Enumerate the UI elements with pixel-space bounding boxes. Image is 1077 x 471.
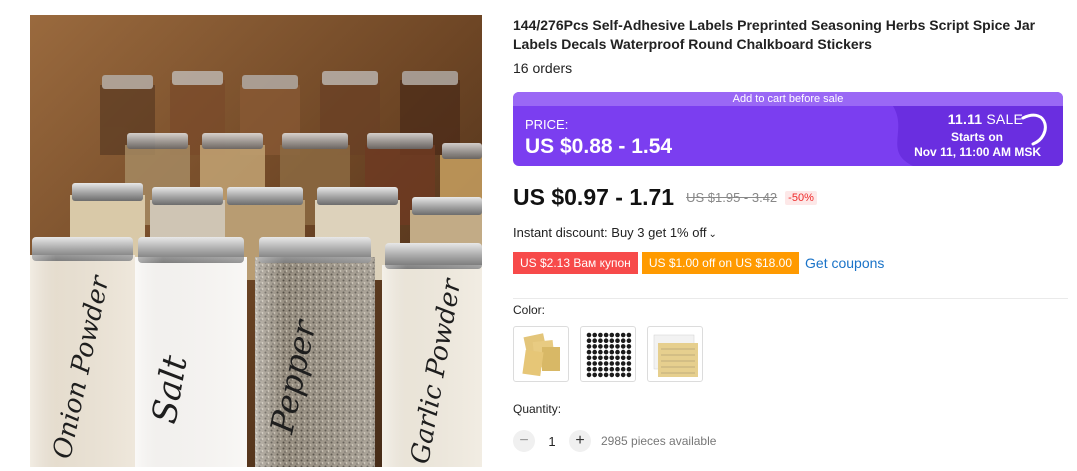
get-coupons-link[interactable]: Get coupons: [805, 255, 884, 271]
discount-badge: -50%: [785, 190, 817, 205]
sale-starts-on: Starts on: [950, 130, 1003, 144]
current-price: US $0.97 - 1.71: [513, 184, 675, 210]
add-to-cart-before-sale-strip: Add to cart before sale: [513, 92, 1063, 106]
quantity-label: Quantity:: [513, 402, 562, 416]
coupon-row: US $2.13 Вам купон US $1.00 off on US $1…: [513, 252, 884, 274]
product-page: Onion Powder Salt Pepper Garlic Powder 1…: [0, 0, 1077, 471]
product-info: 144/276Pcs Self-Adhesive Labels Preprint…: [513, 16, 1068, 452]
color-label: Color:: [513, 303, 546, 317]
chevron-down-icon: ⌄: [708, 229, 717, 240]
coupon-red[interactable]: US $2.13 Вам купон: [513, 252, 638, 274]
clear-labels-swatch[interactable]: [647, 326, 703, 382]
sale-price-label: PRICE:: [525, 117, 569, 132]
orders-count: 16 orders: [513, 60, 573, 76]
coupon-orange[interactable]: US $1.00 off on US $18.00: [641, 252, 800, 274]
quantity-value[interactable]: 1: [535, 434, 569, 449]
instant-discount[interactable]: Instant discount: Buy 3 get 1% off ⌄: [513, 225, 717, 240]
product-title: 144/276Pcs Self-Adhesive Labels Preprint…: [513, 17, 1036, 52]
sale-banner[interactable]: Add to cart before sale PRICE: US $0.88 …: [513, 92, 1063, 166]
sale-title: 11.11 SALE: [947, 111, 1023, 127]
original-price: US $1.95 - 3.42: [686, 190, 778, 205]
quantity-decrease-button[interactable]: −: [513, 430, 535, 452]
black-round-labels-swatch[interactable]: [580, 326, 636, 382]
kraft-labels-swatch[interactable]: [513, 326, 569, 382]
instant-discount-text: Instant discount: Buy 3 get 1% off: [513, 225, 707, 240]
quantity-stepper: − 1 + 2985 pieces available: [513, 430, 716, 452]
quantity-increase-button[interactable]: +: [569, 430, 591, 452]
color-swatches: [513, 326, 703, 382]
divider: [513, 298, 1068, 299]
product-main-image[interactable]: Onion Powder Salt Pepper Garlic Powder: [30, 15, 482, 467]
pieces-available: 2985 pieces available: [601, 434, 717, 448]
sale-price-range: US $0.88 - 1.54: [525, 135, 673, 158]
sale-date: Nov 11, 11:00 AM MSK: [914, 145, 1041, 159]
price-row: US $0.97 - 1.71 US $1.95 - 3.42 -50%: [513, 184, 817, 211]
